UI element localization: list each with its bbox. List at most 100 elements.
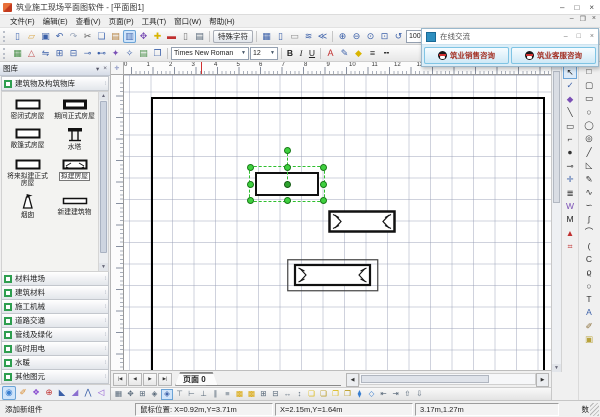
gallery-item-closed-house[interactable]: 密闭式房屋 — [4, 98, 51, 121]
split-cells-icon[interactable]: ⊟ — [67, 47, 80, 60]
section-road-traffic[interactable]: 道路交通 ⁞ — [1, 314, 109, 328]
menu-item[interactable]: 工具(T) — [138, 16, 171, 27]
annotate-tool-icon[interactable]: ✐ — [583, 319, 596, 332]
circle-tool-icon[interactable]: ○ — [583, 105, 596, 118]
gallery-item-open-house[interactable]: 敞篷式房屋 — [4, 127, 51, 152]
freeform-tool-icon[interactable]: ʃ — [583, 212, 596, 225]
distribute-v-icon[interactable]: ≡ — [222, 389, 233, 399]
double-outline-building-shape[interactable] — [287, 259, 379, 292]
chevron-down-icon[interactable]: ▼ — [270, 50, 275, 56]
scroll-down-icon[interactable]: ▼ — [552, 364, 561, 372]
prev-page-icon[interactable]: ◀ — [128, 373, 142, 386]
chart-icon[interactable]: ▤ — [137, 47, 150, 60]
zoom-actual-icon[interactable]: ⊙ — [364, 30, 377, 43]
component-palette-icon[interactable]: ◉ — [2, 386, 16, 400]
bar-tool-icon[interactable]: ▭ — [583, 92, 596, 105]
line-style-icon[interactable]: ╍ — [380, 47, 393, 60]
layers-icon[interactable]: ≋ — [302, 30, 315, 43]
scroll-left-icon[interactable]: ◀ — [346, 373, 359, 387]
send-backward-icon[interactable]: ❐ — [342, 389, 353, 399]
text-tool-icon[interactable]: T — [583, 293, 596, 306]
menu-item[interactable]: 帮助(H) — [205, 16, 238, 27]
whiteboard-icon[interactable]: ▭ — [288, 30, 301, 43]
nudge-up-icon[interactable]: ⇧ — [402, 389, 413, 399]
lock-active-icon[interactable]: ◈ — [161, 389, 173, 400]
fill-style-tool-icon[interactable]: ◆ — [564, 92, 577, 105]
line-draw-tool-icon[interactable]: ╲ — [564, 106, 577, 119]
triangle-tool-icon[interactable]: ▲ — [564, 226, 577, 239]
wave-tool-icon[interactable]: ∿ — [583, 186, 596, 199]
special-chars-button[interactable]: 特殊字符 — [213, 30, 253, 43]
fill-color-icon[interactable]: ◆ — [352, 47, 365, 60]
open-icon[interactable]: ▱ — [25, 30, 38, 43]
connector-icon[interactable]: ⊸ — [81, 47, 94, 60]
toolbar-grip[interactable] — [3, 31, 8, 42]
label-tool-icon[interactable]: A — [583, 306, 596, 319]
zoom-fit-icon[interactable]: ⊡ — [378, 30, 391, 43]
distribute-h-icon[interactable]: ∥ — [210, 389, 221, 399]
bring-to-front-icon[interactable]: ❏ — [306, 389, 317, 399]
arc-tool-icon[interactable]: ⌒ — [583, 226, 596, 239]
oval-tool-icon[interactable]: ○ — [583, 279, 596, 292]
snap-glue-icon[interactable]: ✥ — [125, 389, 136, 399]
gallery-item-water-tower[interactable]: 水塔 — [51, 127, 98, 152]
shape-warn-icon[interactable]: △ — [25, 47, 38, 60]
panel-close-icon[interactable]: × — [103, 65, 107, 73]
size-match-icon[interactable]: ⊞ — [258, 389, 269, 399]
selection-handle[interactable] — [247, 181, 254, 188]
image-tool-icon[interactable]: ▣ — [583, 333, 596, 346]
bold-button[interactable]: B — [285, 48, 295, 58]
selection-handle[interactable] — [320, 197, 327, 204]
chat-maximize-button[interactable]: □ — [577, 33, 581, 40]
m-tool-icon[interactable]: M — [564, 213, 577, 226]
scrollbar-thumb[interactable] — [361, 375, 489, 383]
section-plumbing[interactable]: 水暖 ⁞ — [1, 356, 109, 370]
bring-forward-icon[interactable]: ❐ — [330, 389, 341, 399]
scroll-up-icon[interactable]: ▲ — [99, 92, 108, 100]
menu-item[interactable]: 查看(V) — [72, 16, 105, 27]
section-temporary-power[interactable]: 临时用电 ⁞ — [1, 342, 109, 356]
chat-titlebar[interactable]: 在线交流 – □ × — [422, 29, 598, 45]
move-icon[interactable]: ✥ — [137, 30, 150, 43]
drawing-canvas[interactable] — [123, 74, 551, 370]
new-icon[interactable]: ▯ — [11, 30, 24, 43]
swap-icon[interactable]: ⇋ — [39, 47, 52, 60]
pen-color-icon[interactable]: ✎ — [338, 47, 351, 60]
page-tab[interactable]: 页面 0 — [175, 372, 218, 386]
ring-tool-icon[interactable]: ◎ — [583, 132, 596, 145]
section-building-materials[interactable]: 建筑材料 ⁞ — [1, 286, 109, 300]
save-icon[interactable]: ▣ — [39, 30, 52, 43]
zoom-out-icon[interactable]: ⊖ — [350, 30, 363, 43]
align-bottom-icon[interactable]: ⊥ — [198, 389, 209, 399]
space-h-icon[interactable]: ↔ — [282, 389, 293, 399]
selection-handle[interactable] — [320, 181, 327, 188]
window-maximize-button[interactable]: □ — [574, 3, 579, 12]
print-icon[interactable]: ▤ — [193, 30, 206, 43]
color-wheel-icon[interactable]: ❖ — [30, 387, 42, 399]
ellipse-tool-icon[interactable]: ◯ — [583, 119, 596, 132]
resize-grip-icon[interactable] — [590, 403, 599, 416]
copy-icon[interactable]: ❏ — [95, 30, 108, 43]
lock-icon[interactable]: ◈ — [149, 389, 160, 399]
rounded-rect-tool-icon[interactable]: ▢ — [583, 78, 596, 91]
mdi-minimize-button[interactable]: – — [570, 15, 574, 23]
c-curve-tool-icon[interactable]: C — [583, 252, 596, 265]
library-section-header[interactable]: 建筑物及构筑物库 ⁞ — [1, 76, 109, 91]
section-pipeline-greening[interactable]: 管线及绿化 ⁞ — [1, 328, 109, 342]
gallery-item-new-building[interactable]: 新建建筑物 — [51, 194, 98, 220]
rotate-left-icon[interactable]: ◣ — [56, 387, 68, 399]
section-construction-machinery[interactable]: 施工机械 ⁞ — [1, 300, 109, 314]
first-page-icon[interactable]: |◀ — [113, 373, 127, 386]
flip-h-icon[interactable]: ⋀ — [82, 387, 94, 399]
snap-grid-icon[interactable]: ▦ — [113, 389, 124, 399]
connector-line-tool-icon[interactable]: ⊸ — [564, 159, 577, 172]
scroll-right-icon[interactable]: ▶ — [536, 373, 549, 387]
connector2-icon[interactable]: ⊷ — [95, 47, 108, 60]
italic-button[interactable]: I — [296, 48, 306, 58]
stairs-tool-icon[interactable]: ≣ — [564, 186, 577, 199]
center-pin-handle[interactable] — [284, 181, 291, 188]
rect-tool-icon[interactable]: □ — [583, 65, 596, 78]
cross-tool-icon[interactable]: ✛ — [564, 173, 577, 186]
group-icon[interactable]: ⧫ — [354, 389, 365, 399]
nudge-down-icon[interactable]: ⇩ — [414, 389, 425, 399]
